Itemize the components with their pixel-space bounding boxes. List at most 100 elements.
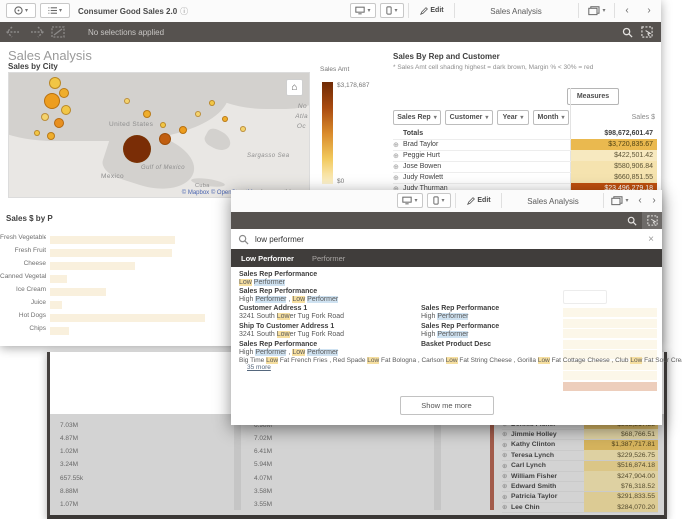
- step-back-icon[interactable]: [6, 26, 22, 38]
- expand-icon[interactable]: ⊕: [393, 174, 403, 182]
- table-row[interactable]: ⊕Teresa Lynch$229,526.75: [502, 450, 658, 461]
- city-sales-bubble[interactable]: [222, 116, 228, 122]
- table-row[interactable]: ⊕Jimmie Holley$68,766.51: [502, 429, 658, 440]
- row-name: Jimmie Holley: [511, 431, 584, 438]
- more-results-link[interactable]: 35 more: [247, 364, 271, 371]
- table-row[interactable]: ⊕Lee Chin$284,070.20: [502, 502, 658, 513]
- dim-button-sales-rep[interactable]: Sales Rep▾: [393, 110, 441, 125]
- edit-button[interactable]: Edit: [459, 193, 499, 208]
- table-row[interactable]: ⊕Patricia Taylor$291,833.55: [502, 492, 658, 503]
- info-icon[interactable]: ⓘ: [180, 6, 188, 17]
- city-sales-bubble[interactable]: [47, 132, 55, 140]
- search-result-group[interactable]: Sales Rep Performance High Performer , L…: [239, 341, 654, 356]
- dim-button-customer[interactable]: Customer▾: [445, 110, 493, 125]
- search-result-group[interactable]: Sales Rep Performance High Performer , L…: [239, 288, 654, 303]
- scrollbar[interactable]: [434, 418, 441, 510]
- smart-search-button[interactable]: [617, 22, 637, 42]
- expand-icon[interactable]: ⊕: [393, 141, 403, 149]
- tab-low-performer[interactable]: Low Performer: [241, 254, 294, 263]
- step-forward-icon[interactable]: [28, 26, 44, 38]
- expand-icon[interactable]: ⊕: [502, 503, 511, 511]
- search-result-group[interactable]: Ship To Customer Address 1 3241 South Lo…: [239, 323, 654, 338]
- product-bar[interactable]: [50, 262, 135, 270]
- measures-button[interactable]: Measures: [567, 88, 619, 105]
- city-sales-bubble[interactable]: [179, 126, 187, 134]
- city-sales-bubble[interactable]: [124, 98, 130, 104]
- search-match-token: Fat String Cheese , Gorilla: [458, 357, 538, 364]
- city-sales-bubble[interactable]: [34, 130, 40, 136]
- sheet-navigation-button[interactable]: ▾: [582, 3, 612, 18]
- mapbox-link[interactable]: © Mapbox: [182, 190, 209, 196]
- city-sales-bubble[interactable]: [195, 111, 201, 117]
- selections-tool-button[interactable]: [637, 22, 657, 42]
- navigation-menu-button[interactable]: ▾: [6, 3, 36, 18]
- smart-search-button[interactable]: [622, 212, 642, 229]
- product-bar[interactable]: [50, 249, 172, 257]
- city-sales-bubble[interactable]: [160, 122, 166, 128]
- next-sheet-button[interactable]: ›: [647, 193, 661, 208]
- map-home-button[interactable]: ⌂: [286, 79, 303, 96]
- margin-indicator-bar: [490, 418, 494, 510]
- row-name: Judy Rowlett: [403, 174, 571, 181]
- product-bar[interactable]: [50, 236, 175, 244]
- expand-icon[interactable]: ⊕: [393, 163, 403, 171]
- dim-button-year[interactable]: Year▾: [497, 110, 529, 125]
- current-sheet-name[interactable]: Sales Analysis: [456, 0, 576, 22]
- current-sheet-name[interactable]: Sales Analysis: [503, 190, 603, 212]
- sales-by-city-map[interactable]: United States Mexico Gulf of Mexico Sarg…: [8, 72, 310, 198]
- dim-button-month[interactable]: Month▾: [533, 110, 569, 125]
- product-bar[interactable]: [50, 275, 67, 283]
- table-row[interactable]: ⊕Kathy Clinton$1,387,717.81: [502, 440, 658, 451]
- tab-performer[interactable]: Performer: [312, 254, 345, 263]
- city-sales-bubble[interactable]: [209, 100, 215, 106]
- sheet-name-text: Sales Analysis: [490, 7, 542, 16]
- app-options-button[interactable]: ▾: [40, 3, 70, 18]
- close-icon[interactable]: ×: [648, 234, 654, 245]
- search-result-group[interactable]: Customer Address 1 3241 South Lower Tug …: [239, 305, 654, 320]
- front-app-window: ▾ ▾ Edit Sales Analysis ▾ ‹ ›: [231, 190, 662, 425]
- expand-icon[interactable]: ⊕: [502, 472, 511, 480]
- basket-result-line[interactable]: Big Time Low Fat French Fries , Red Spad…: [239, 357, 654, 371]
- expand-icon[interactable]: ⊕: [502, 493, 511, 501]
- city-sales-bubble[interactable]: [59, 88, 69, 98]
- expand-icon[interactable]: ⊕: [502, 451, 511, 459]
- clear-selections-icon[interactable]: [50, 26, 66, 38]
- table-row[interactable]: ⊕Carl Lynch$516,874.18: [502, 461, 658, 472]
- product-bar[interactable]: [50, 288, 106, 296]
- city-sales-bubble[interactable]: [61, 105, 71, 115]
- back-selections-bar: No selections applied: [0, 22, 661, 42]
- sheet-navigation-button[interactable]: ▾: [606, 193, 634, 208]
- selections-tool-button[interactable]: [642, 212, 662, 229]
- search-input[interactable]: low performer: [255, 235, 304, 244]
- expand-icon[interactable]: ⊕: [393, 152, 403, 160]
- city-sales-bubble[interactable]: [54, 118, 64, 128]
- search-result-group[interactable]: Sales Rep Performance Low Performer: [239, 271, 654, 286]
- expand-icon[interactable]: ⊕: [502, 441, 511, 449]
- edit-button[interactable]: Edit: [412, 3, 452, 18]
- show-more-button[interactable]: Show me more: [400, 396, 494, 415]
- product-bar[interactable]: [50, 301, 62, 309]
- desktop-view-button[interactable]: ▾: [350, 3, 376, 18]
- city-sales-bubble[interactable]: [159, 133, 171, 145]
- city-sales-bubble[interactable]: [44, 93, 60, 109]
- row-value: $229,526.75: [584, 450, 658, 460]
- desktop-view-button[interactable]: ▾: [397, 193, 423, 208]
- table-row[interactable]: ⊕William Fisher$247,904.00: [502, 471, 658, 482]
- previous-sheet-button[interactable]: ‹: [618, 3, 636, 18]
- expand-icon[interactable]: ⊕: [502, 482, 511, 490]
- city-sales-bubble[interactable]: [143, 110, 151, 118]
- expand-icon[interactable]: ⊕: [502, 462, 511, 470]
- table-row[interactable]: ⊕Edward Smith$76,318.52: [502, 481, 658, 492]
- product-bar[interactable]: [50, 314, 205, 322]
- city-sales-bubble[interactable]: [41, 113, 49, 121]
- mobile-view-button[interactable]: ▾: [380, 3, 404, 18]
- next-sheet-button[interactable]: ›: [640, 3, 658, 18]
- scrollbar[interactable]: [234, 418, 241, 510]
- product-bar[interactable]: [50, 327, 69, 335]
- city-sales-bubble[interactable]: [123, 135, 151, 163]
- city-sales-bubble[interactable]: [49, 77, 61, 89]
- city-sales-bubble[interactable]: [240, 126, 246, 132]
- mobile-view-button[interactable]: ▾: [427, 193, 451, 208]
- previous-sheet-button[interactable]: ‹: [633, 193, 647, 208]
- expand-icon[interactable]: ⊕: [502, 430, 511, 438]
